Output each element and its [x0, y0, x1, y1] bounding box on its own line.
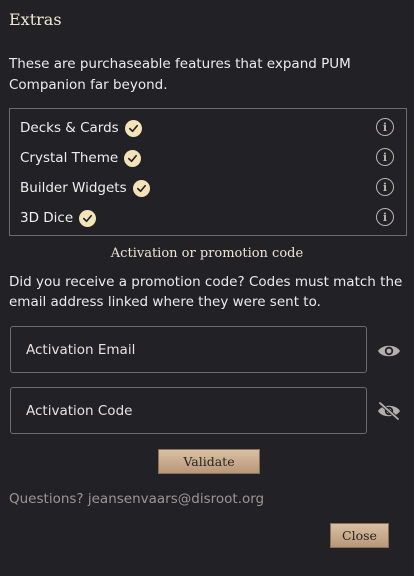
- features-list: Decks & Cards i Crystal Theme i Builder …: [9, 108, 407, 236]
- contact-text: Questions? jeansenvaars@disroot.org: [9, 491, 265, 507]
- feature-item-builder-widgets: Builder Widgets i: [20, 176, 396, 200]
- extras-title: Extras: [9, 10, 62, 29]
- feature-label: Crystal Theme: [20, 150, 119, 166]
- feature-label: 3D Dice: [20, 210, 74, 226]
- activation-section-title: Activation or promotion code: [110, 246, 304, 261]
- eye-off-icon[interactable]: [376, 401, 402, 421]
- feature-label: Decks & Cards: [20, 120, 119, 136]
- feature-item-crystal-theme: Crystal Theme i: [20, 146, 396, 170]
- activation-code-field[interactable]: [10, 387, 367, 434]
- info-icon[interactable]: i: [376, 118, 394, 136]
- check-circle-icon: [79, 209, 97, 227]
- eye-icon[interactable]: [376, 341, 402, 361]
- info-icon[interactable]: i: [376, 148, 394, 166]
- validate-button[interactable]: Validate: [158, 449, 260, 474]
- close-button[interactable]: Close: [330, 523, 389, 548]
- info-icon[interactable]: i: [376, 178, 394, 196]
- check-circle-icon: [124, 149, 142, 167]
- check-circle-icon: [124, 119, 142, 137]
- info-icon[interactable]: i: [376, 208, 394, 226]
- activation-email-field[interactable]: [10, 326, 367, 373]
- feature-item-decks-cards: Decks & Cards i: [20, 116, 396, 140]
- feature-item-3d-dice: 3D Dice i: [20, 206, 396, 230]
- check-circle-icon: [132, 179, 150, 197]
- extras-description: These are purchaseable features that exp…: [9, 56, 351, 93]
- promotion-help-text: Did you receive a promotion code? Codes …: [9, 274, 403, 310]
- feature-label: Builder Widgets: [20, 180, 127, 196]
